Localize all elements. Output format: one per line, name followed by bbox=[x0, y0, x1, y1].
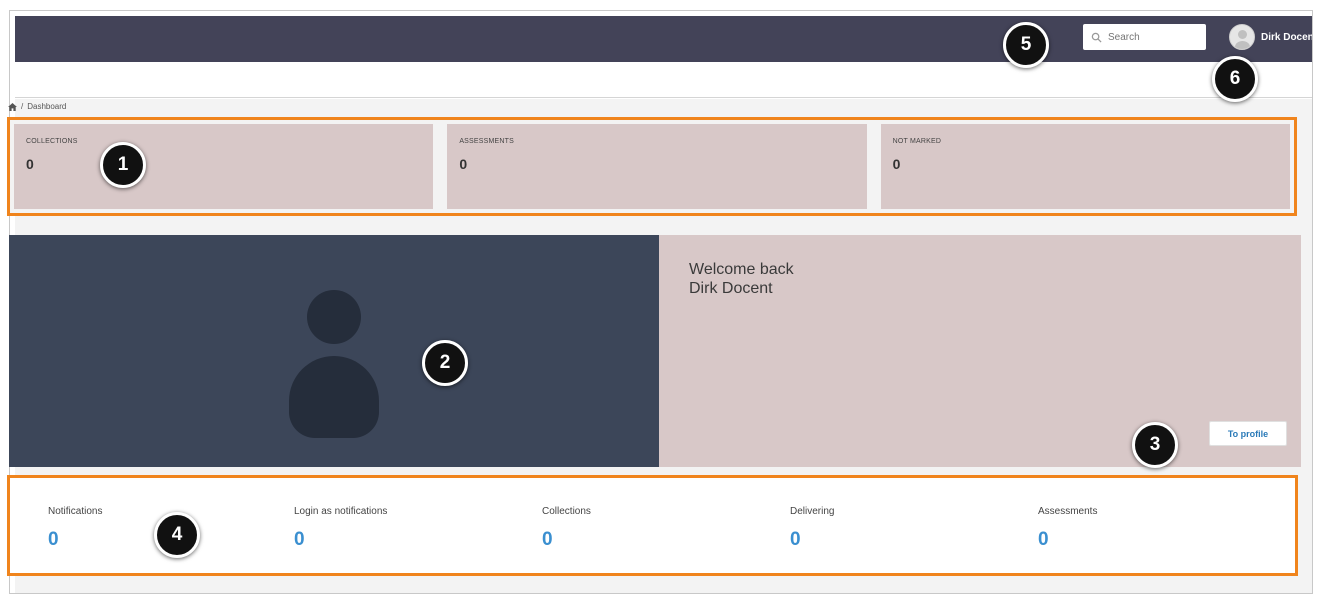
profile-picture bbox=[9, 235, 659, 467]
breadcrumb-separator: / bbox=[21, 102, 24, 111]
stat-value: 0 bbox=[892, 156, 901, 172]
summary-notifications[interactable]: Notifications 0 bbox=[48, 506, 102, 551]
stat-collections[interactable]: COLLECTIONS 0 bbox=[14, 124, 434, 209]
breadcrumb-current: Dashboard bbox=[27, 102, 67, 111]
search-icon bbox=[1091, 32, 1102, 43]
stat-assessments[interactable]: ASSESSMENTS 0 bbox=[447, 124, 867, 209]
stat-label: ASSESSMENTS bbox=[459, 138, 515, 145]
summary-delivering[interactable]: Delivering 0 bbox=[790, 506, 834, 551]
stat-label: NOT MARKED bbox=[892, 138, 942, 145]
top-navbar: Dirk Docent bbox=[15, 16, 1312, 62]
callout-marker-6: 6 bbox=[1212, 56, 1258, 102]
home-icon[interactable] bbox=[8, 102, 17, 111]
user-silhouette-icon bbox=[307, 290, 361, 344]
to-profile-button[interactable]: To profile bbox=[1209, 421, 1287, 446]
callout-marker-3: 3 bbox=[1132, 422, 1178, 468]
callout-marker-2: 2 bbox=[422, 340, 468, 386]
summary-value[interactable]: 0 bbox=[294, 529, 387, 551]
breadcrumb: / Dashboard bbox=[8, 102, 66, 111]
summary-value[interactable]: 0 bbox=[48, 529, 102, 551]
summary-collections[interactable]: Collections 0 bbox=[542, 506, 591, 551]
summary-label: Notifications bbox=[48, 506, 103, 517]
user-avatar-icon[interactable] bbox=[1229, 24, 1255, 50]
summary-label: Delivering bbox=[790, 506, 835, 517]
search-input[interactable] bbox=[1108, 31, 1198, 43]
welcome-panel: Welcome back Dirk Docent To profile bbox=[659, 235, 1301, 467]
stat-value: 0 bbox=[459, 156, 468, 172]
stat-not-marked[interactable]: NOT MARKED 0 bbox=[880, 124, 1290, 209]
stat-label: COLLECTIONS bbox=[26, 138, 78, 145]
stat-value: 0 bbox=[26, 156, 34, 172]
user-name[interactable]: Dirk Docent bbox=[1261, 32, 1312, 43]
summary-assessments[interactable]: Assessments 0 bbox=[1038, 506, 1097, 551]
summary-label: Login as notifications bbox=[294, 506, 388, 517]
secondary-bar bbox=[15, 62, 1312, 98]
summary-value[interactable]: 0 bbox=[542, 529, 591, 551]
callout-marker-5: 5 bbox=[1003, 22, 1049, 68]
user-menu[interactable]: Dirk Docent bbox=[1229, 24, 1312, 50]
summary-panel: Notifications 0 Login as notifications 0… bbox=[7, 475, 1298, 576]
search-box[interactable] bbox=[1083, 24, 1206, 50]
callout-marker-1: 1 bbox=[100, 142, 146, 188]
user-silhouette-body bbox=[289, 356, 379, 438]
summary-label: Assessments bbox=[1038, 506, 1098, 517]
callout-marker-4: 4 bbox=[154, 512, 200, 558]
stats-panel: COLLECTIONS 0 ASSESSMENTS 0 NOT MARKED 0 bbox=[7, 117, 1297, 216]
summary-value[interactable]: 0 bbox=[1038, 529, 1097, 551]
summary-login-as-notifications[interactable]: Login as notifications 0 bbox=[294, 506, 387, 551]
welcome-user-name: Dirk Docent bbox=[689, 280, 773, 297]
welcome-greeting: Welcome back bbox=[689, 261, 794, 278]
summary-value[interactable]: 0 bbox=[790, 529, 834, 551]
summary-label: Collections bbox=[542, 506, 591, 517]
